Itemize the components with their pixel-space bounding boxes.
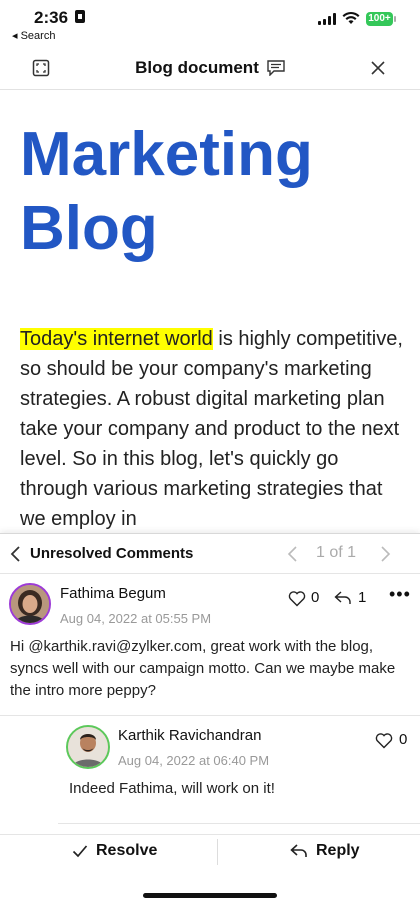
back-to-search-link[interactable]: ◂ Search xyxy=(12,29,55,42)
reply-date: Aug 04, 2022 at 06:40 PM xyxy=(118,753,270,768)
document-title-bar: Blog document xyxy=(0,58,420,78)
wifi-icon xyxy=(342,11,360,24)
back-icon[interactable] xyxy=(8,544,24,564)
home-indicator[interactable] xyxy=(143,893,277,898)
resolve-button[interactable]: Resolve xyxy=(72,842,157,860)
comment-date: Aug 04, 2022 at 05:55 PM xyxy=(60,611,212,626)
avatar xyxy=(66,725,110,769)
document-paragraph: Today's internet world is highly competi… xyxy=(20,328,403,530)
document-heading: Marketing Blog xyxy=(20,120,313,263)
reply-icon xyxy=(290,844,307,857)
status-time: 2:36 xyxy=(34,8,69,27)
battery-indicator: 100+ xyxy=(366,12,396,26)
comment-counter: 1 of 1 xyxy=(316,544,357,561)
next-icon[interactable] xyxy=(378,545,392,563)
avatar xyxy=(9,583,51,625)
comments-panel-title: Unresolved Comments xyxy=(30,545,194,562)
check-icon xyxy=(72,845,88,858)
comments-panel-header: Unresolved Comments 1 of 1 xyxy=(0,534,420,574)
comment-author: Fathima Begum xyxy=(60,585,166,602)
reply-author: Karthik Ravichandran xyxy=(118,727,262,744)
document-toolbar: Blog document xyxy=(0,46,420,90)
page-title: Blog document xyxy=(135,58,259,77)
comments-panel: Unresolved Comments 1 of 1 Fathima Begum… xyxy=(0,533,420,908)
comment-actions: Resolve Reply xyxy=(0,834,420,868)
comment-item: Fathima Begum Aug 04, 2022 at 05:55 PM 0… xyxy=(0,574,420,716)
signal-icon xyxy=(318,13,337,25)
comment-text: Hi @karthik.ravi@zylker.com, great work … xyxy=(10,638,396,699)
commented-highlight[interactable]: Today's internet world xyxy=(20,328,213,350)
reply-count: 1 xyxy=(358,589,367,606)
document-body[interactable]: Marketing Blog Today's internet world is… xyxy=(20,118,405,534)
like-count: 0 xyxy=(311,589,320,606)
reply-icon[interactable] xyxy=(334,590,352,606)
reply-button[interactable]: Reply xyxy=(290,842,360,860)
divider xyxy=(217,839,218,865)
lock-icon xyxy=(75,10,85,23)
comment-icon[interactable] xyxy=(267,60,285,76)
more-icon[interactable]: ••• xyxy=(389,584,411,605)
reply-item: Karthik Ravichandran Aug 04, 2022 at 06:… xyxy=(58,716,420,824)
heart-icon[interactable] xyxy=(375,732,393,749)
resolve-label: Resolve xyxy=(96,842,158,859)
prev-icon[interactable] xyxy=(286,545,300,563)
status-bar: 2:36 ◂ Search 100+ xyxy=(0,0,420,44)
reply-text: Indeed Fathima, will work on it! xyxy=(69,780,275,797)
heart-icon[interactable] xyxy=(288,590,306,607)
close-icon[interactable] xyxy=(367,57,389,79)
reply-label: Reply xyxy=(316,842,360,859)
like-count: 0 xyxy=(399,731,408,748)
